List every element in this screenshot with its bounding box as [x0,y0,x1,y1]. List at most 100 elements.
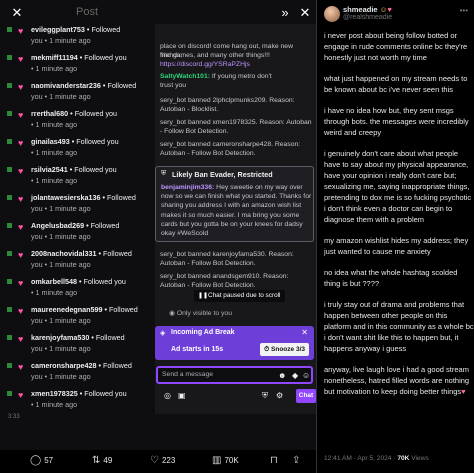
heart-icon: ♡ [150,455,159,466]
heart-icon: ♥ [18,390,24,400]
collapse-icon[interactable]: » [276,4,294,22]
chat-paused-banner[interactable]: ❚❚ Chat paused due to scroll [194,290,285,302]
heart-icon: ♥ [461,387,466,396]
list-item: ♥ 2008nachovidal331 • Followed you • 1 min… [0,248,152,275]
media-top-bar: ✕ Post » ✕ [0,0,316,24]
media-title: Post [76,6,99,18]
gear-icon[interactable]: ⚙ [276,391,283,400]
repost-count: 49 [103,456,113,465]
reply-count: 57 [44,456,54,465]
ad-countdown: Ad starts in 15s [171,346,224,353]
ban-evader-card: ⛨ Likely Ban Evader, Restricted benjamin… [155,166,314,242]
close-icon[interactable]: ✕ [296,4,314,22]
follower-name: mekmiff11194 [31,53,78,62]
post-paragraph: no idea what the whole hashtag scolded t… [324,268,458,288]
follower-time: you • 1 minute ago [31,344,91,353]
chat-send-button[interactable]: Chat [296,389,316,403]
list-item: ♥ evileggplant753 • Followed you • 1 minut… [0,24,152,51]
bookmark-icon: ⊓ [270,455,278,466]
post-action-bar: ◯ 57 ⇅ 49 ♡ 223 ▥ 70K ⊓ ⇪ [0,450,316,473]
follower-status: Followed [95,333,125,342]
repost-button[interactable]: ⇅ 49 [92,455,112,466]
list-item: ♥ karenjoyfama530 • Followed you • 1 minut… [0,332,152,359]
follower-time: you • 1 minute ago [31,372,91,381]
list-item: ♥ rsilvia2541 • Followed you • 1 minute ag… [0,164,152,191]
list-item: ♥ jolantawesierska136 • Followed you • 1 m… [0,192,152,219]
avatar[interactable] [324,6,340,22]
follower-time: • 1 minute ago [31,176,78,185]
emote-icon[interactable]: ☻ [278,369,286,383]
post-paragraph: i never post about being follow botted o… [324,31,468,62]
emoji-icon[interactable]: ☺ [302,369,310,383]
post-body: i never post about being follow botted o… [324,30,474,407]
like-button[interactable]: ♡ 223 [150,455,175,466]
heart-icon: ♥ [18,82,24,92]
reply-button[interactable]: ◯ 57 [30,455,53,466]
status-marker [7,55,12,60]
back-icon[interactable]: ✕ [8,4,26,22]
status-marker [7,139,12,144]
follower-name: rrerthal680 [31,109,69,118]
post-paragraph: i have no idea how but, they sent msgs t… [324,106,469,137]
more-icon[interactable]: ••• [460,6,468,15]
paused-label: Chat paused due to scroll [208,292,281,299]
follower-status: Followed you [74,109,118,118]
bits-icon[interactable]: ◆ [292,369,298,383]
heart-icon: ♥ [387,5,392,14]
status-marker [7,363,12,368]
follower-name: omkarbell548 [31,277,77,286]
chat-username: SaltyWatch101: [160,73,210,80]
follower-status: Followed you [84,389,127,398]
chest-icon[interactable]: ▣ [178,391,186,400]
post-paragraph: what just happened on my stream needs to… [324,74,468,94]
follower-status: Followed [90,221,120,230]
follower-name: xmen1978325 [31,389,78,398]
list-item: ♥ rrerthal680 • Followed you • 1 minute ag… [0,108,152,135]
shield-icon[interactable]: ⛨ [262,391,268,401]
ad-break-card: ◈ Incoming Ad Break ✕ Ad starts in 15s ⏱… [155,326,314,360]
post-views: 70K [397,455,410,462]
status-marker [7,251,12,256]
follower-name: cameronsharpe428 [31,361,97,370]
status-marker [7,335,12,340]
close-icon[interactable]: ✕ [301,328,308,337]
status-marker [7,279,12,284]
post-panel: shmeadie ☺♥ @realshmeadie ••• i never po… [316,0,474,473]
discord-link[interactable]: https://discord.gg/YSRaPZHjs [160,60,314,69]
follower-time: • 1 minute ago [31,64,78,73]
time-label: 3:33 [8,414,20,420]
list-item: ♥ omkarbell548 • Followed you • 1 minute a… [0,276,152,303]
views-button[interactable]: ▥ 70K [212,455,239,466]
bookmark-button[interactable]: ⊓ [270,455,281,466]
ban-message: sery_bot banned 2lphclpmunks209. Reason:… [160,97,295,113]
chat-text: Hey sweetie on my way over now so we can… [161,184,312,238]
ban-message: sery_bot banned anandsgem910. Reason: Au… [160,273,289,289]
snooze-button[interactable]: ⏱ Snooze 3/3 [260,343,309,356]
heart-icon: ♥ [18,250,24,260]
display-name[interactable]: shmeadie ☺♥ [343,5,392,14]
follower-time: you • 1 minute ago [31,92,91,101]
user-handle[interactable]: @realshmeadie [343,14,392,21]
follower-name: ginailas493 [31,137,70,146]
heart-icon: ♥ [18,110,24,120]
follower-time: you • 1 minute ago [31,232,91,241]
chat-username: benjaminjim336: [161,184,215,191]
chat-text: trust you [160,82,187,89]
status-marker [7,167,12,172]
post-time: 12:41 AM · Apr 5, 2024 [324,455,392,462]
chat-input[interactable]: Send a message ☻ ◆ ☺ [156,366,313,384]
chat-message: SaltyWatch101: If young metro don't [160,72,314,81]
snooze-label: Snooze 3/3 [271,346,305,353]
follower-name: rsilvia2541 [31,165,68,174]
pause-icon: ❚❚ [198,293,209,299]
status-marker [7,111,12,116]
ban-message: sery_bot banned cameronsharpe428. Reason… [160,141,301,157]
status-marker [7,195,12,200]
follower-name: jolantawesierska136 [31,193,101,202]
post-paragraph: anyway, live laugh love i had a good str… [324,365,470,396]
share-button[interactable]: ⇪ [292,455,303,466]
follower-name: maureenedegnan599 [31,305,103,314]
follower-status: Followed [103,249,132,258]
heart-icon: ♥ [18,54,24,64]
points-icon[interactable]: ◎ [164,391,171,400]
